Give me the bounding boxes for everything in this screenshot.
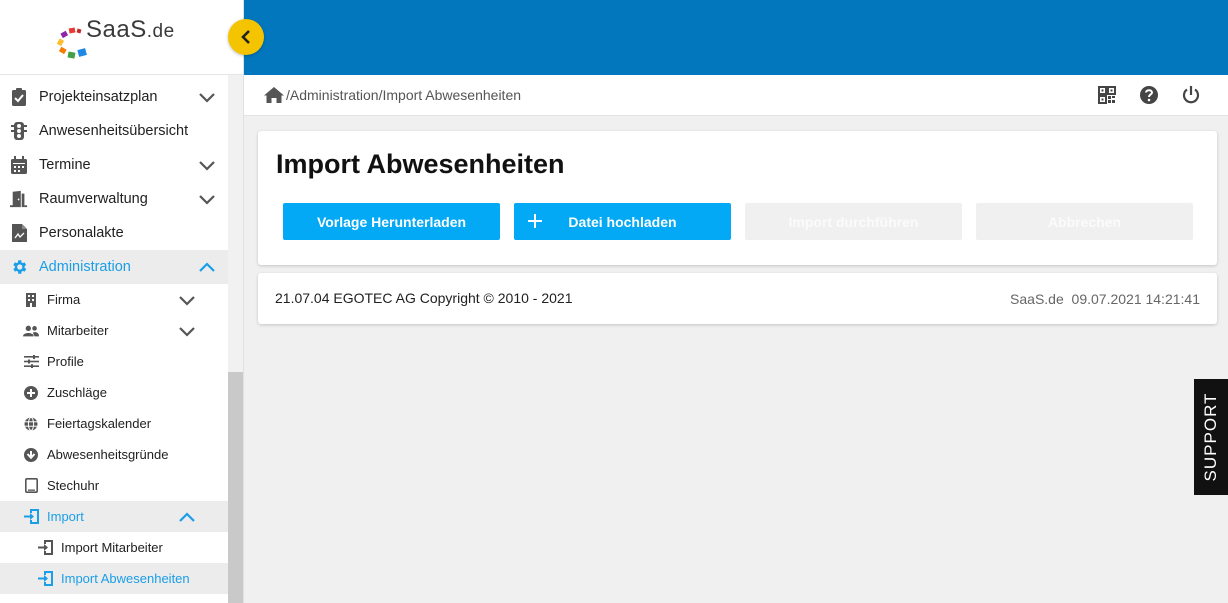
clipboard-check-icon <box>10 88 28 106</box>
sidebar-item-import-abwesenheiten[interactable]: Import Abwesenheiten <box>0 563 228 594</box>
sliders-icon <box>23 354 39 370</box>
gear-icon <box>10 258 28 276</box>
sidebar-item-label: Personalakte <box>39 225 124 241</box>
top-header-bar <box>244 0 1228 75</box>
sidebar-item-zuschlaege[interactable]: Zuschläge <box>0 377 228 408</box>
logo[interactable]: SaaS.de <box>55 16 185 60</box>
download-template-label: Vorlage Herunterladen <box>316 213 467 230</box>
breadcrumb-bar: /Administration/Import Abwesenheiten <box>244 75 1228 116</box>
sidebar-item-raumverwaltung[interactable]: Raumverwaltung <box>0 182 228 216</box>
footer-meta: SaaS.de 09.07.2021 14:21:41 <box>1010 291 1200 307</box>
door-icon <box>10 190 28 208</box>
sidebar-item-label: Import Mitarbeiter <box>61 540 163 555</box>
sidebar-item-label: Feiertagskalender <box>47 416 152 431</box>
import-icon <box>37 540 53 556</box>
chevron-down-icon[interactable] <box>198 91 216 103</box>
header-actions <box>1097 85 1201 105</box>
chevron-up-icon[interactable] <box>178 511 196 523</box>
people-icon <box>23 323 39 339</box>
plus-circle-icon <box>23 385 39 401</box>
chevron-left-icon <box>241 30 250 44</box>
page-title: Import Abwesenheiten <box>276 149 565 179</box>
sidebar-item-label: Firma <box>47 292 81 307</box>
run-import-button[interactable]: Import durchführen <box>745 203 962 240</box>
qr-code-icon[interactable] <box>1097 85 1117 105</box>
sidebar-item-abwesenheitsgruende[interactable]: Abwesenheitsgründe <box>0 439 228 470</box>
globe-icon <box>23 416 39 432</box>
copyright-text: 21.07.04 EGOTEC AG Copyright © 2010 - 20… <box>275 290 573 306</box>
sidebar-item-label: Anwesenheitsübersicht <box>39 123 189 139</box>
sidebar-item-import-mitarbeiter[interactable]: Import Mitarbeiter <box>0 532 228 563</box>
sidebar-item-label: Stechuhr <box>47 478 100 493</box>
chevron-down-icon[interactable] <box>178 325 196 337</box>
sidebar-item-label: Import Abwesenheiten <box>61 571 190 586</box>
sidebar-item-stechuhr[interactable]: Stechuhr <box>0 470 228 501</box>
sidebar-item-termine[interactable]: Termine <box>0 148 228 182</box>
sidebar-item-label: Zuschläge <box>47 385 107 400</box>
logo-area: SaaS.de <box>0 0 243 75</box>
upload-file-button[interactable]: Datei hochladen <box>514 203 731 240</box>
sidebar-item-label: Abwesenheitsgründe <box>47 447 169 462</box>
arrow-down-circle-icon <box>23 447 39 463</box>
support-label: SUPPORT <box>1201 392 1220 482</box>
sidebar-item-label: Profile <box>47 354 84 369</box>
sidebar-item-projekteinsatzplan[interactable]: Projekteinsatzplan <box>0 80 228 114</box>
sidebar-item-administration[interactable]: Administration <box>0 250 228 284</box>
breadcrumb-path[interactable]: /Administration/Import Abwesenheiten <box>286 87 521 103</box>
sidebar-item-profile[interactable]: Profile <box>0 346 228 377</box>
breadcrumb: /Administration/Import Abwesenheiten <box>263 86 521 104</box>
chevron-down-icon[interactable] <box>198 193 216 205</box>
download-template-button[interactable]: Vorlage Herunterladen <box>283 203 500 240</box>
support-tab[interactable]: SUPPORT <box>1194 379 1228 495</box>
sidebar-item-mitarbeiter[interactable]: Mitarbeiter <box>0 315 228 346</box>
sidebar-item-firma[interactable]: Firma <box>0 284 228 315</box>
sidebar-item-feiertagskalender[interactable]: Feiertagskalender <box>0 408 228 439</box>
sidebar-scrollbar-thumb[interactable] <box>228 372 243 603</box>
sidebar-item-label: Termine <box>39 157 91 173</box>
home-icon[interactable] <box>263 86 285 104</box>
sidebar-item-label: Administration <box>39 259 131 275</box>
cancel-button[interactable]: Abbrechen <box>976 203 1193 240</box>
help-icon[interactable] <box>1139 85 1159 105</box>
sidebar-nav: Projekteinsatzplan Anwesenheitsübersicht… <box>0 80 228 594</box>
sidebar-item-personalakte[interactable]: Personalakte <box>0 216 228 250</box>
collapse-sidebar-button[interactable] <box>228 19 264 55</box>
import-icon <box>37 571 53 587</box>
calendar-icon <box>10 156 28 174</box>
sidebar-item-anwesenheitsuebersicht[interactable]: Anwesenheitsübersicht <box>0 114 228 148</box>
logo-text: SaaS.de <box>86 16 175 43</box>
sidebar: SaaS.de Projekteinsatzplan Anwesenheitsü… <box>0 0 244 603</box>
sidebar-item-label: Mitarbeiter <box>47 323 109 338</box>
tablet-icon <box>23 478 39 494</box>
sidebar-item-label: Projekteinsatzplan <box>39 89 158 105</box>
document-icon <box>10 224 28 242</box>
cancel-label: Abbrechen <box>1047 213 1122 230</box>
sidebar-item-label: Import <box>47 509 84 524</box>
building-icon <box>23 292 39 308</box>
sidebar-item-label: Raumverwaltung <box>39 191 148 207</box>
chevron-down-icon[interactable] <box>198 159 216 171</box>
power-icon[interactable] <box>1181 85 1201 105</box>
import-card: Import Abwesenheiten Vorlage Herunterlad… <box>258 131 1217 265</box>
sidebar-item-import[interactable]: Import <box>0 501 228 532</box>
import-icon <box>23 509 39 525</box>
chevron-down-icon[interactable] <box>178 294 196 306</box>
upload-file-label: Datei hochladen <box>568 213 677 230</box>
run-import-label: Import durchführen <box>788 213 919 230</box>
plus-icon <box>528 214 542 228</box>
footer-timestamp: 09.07.2021 14:21:41 <box>1071 291 1200 307</box>
traffic-light-icon <box>10 122 28 140</box>
footer-card: 21.07.04 EGOTEC AG Copyright © 2010 - 20… <box>258 273 1217 324</box>
chevron-up-icon[interactable] <box>198 261 216 273</box>
footer-brand: SaaS.de <box>1010 291 1064 307</box>
